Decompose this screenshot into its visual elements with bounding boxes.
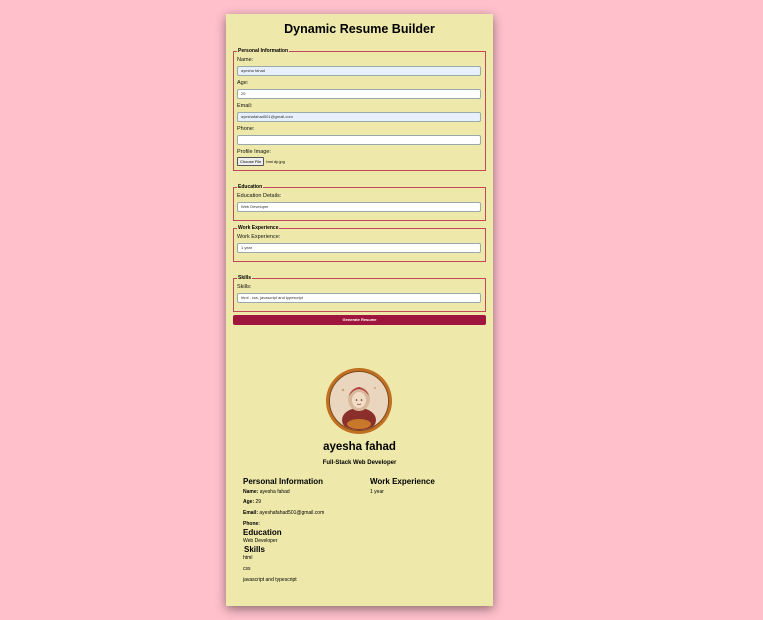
name-key: Name: [243,489,259,495]
email-input[interactable]: ayeshafahad501@gmail.com [237,112,481,122]
phone-input[interactable] [237,135,481,145]
education-legend: Education [238,184,263,190]
generate-resume-button[interactable]: Generate Resume [233,315,486,325]
phone-key: Phone: [243,521,260,527]
work-label: Work Experience: [237,234,281,240]
work-heading: Work Experience [370,477,435,486]
email-label: Email: [237,103,253,109]
work-fieldset: Work Experience Work Experience: 1 year [233,225,486,262]
skills-heading: Skills [244,545,265,554]
avatar-image [329,371,389,431]
skill-item: css [243,566,251,572]
name-input[interactable]: ayesha fahad [237,66,481,76]
phone-label: Phone: [237,126,255,132]
education-label: Education Details: [237,193,282,199]
resume-age-row: Age: 29 [243,499,363,506]
work-value: 1 year [370,489,384,495]
avatar [326,368,392,434]
page-title: Dynamic Resume Builder [284,22,435,36]
resume-left-column: Personal Information Name: ayesha fahad … [243,477,363,584]
skills-label: Skills: [237,284,252,290]
resume-job-title: Full-Stack Web Developer [322,460,397,466]
skills-legend: Skills [238,275,252,281]
personal-info-fieldset: Personal Information Name: ayesha fahad … [233,48,486,171]
file-name: bmi dp.jpg [266,159,285,164]
personal-info-heading: Personal Information [243,477,324,486]
choose-file-button[interactable]: Choose File [237,157,265,166]
avatar-illustration-icon [330,372,388,430]
email-key: Email: [243,510,259,516]
education-fieldset: Education Education Details: Web Develop… [233,184,486,221]
personal-info-legend: Personal Information [238,48,289,54]
skills-input[interactable]: html , css, javascript and typescript [237,293,481,303]
resume-email-row: Email: ayeshafahad501@gmail.com [243,510,363,517]
resume-phone-row: Phone: [243,521,363,528]
age-input[interactable]: 29 [237,89,481,99]
education-value: Web Developer [243,538,278,544]
profile-image-label: Profile Image: [237,149,271,155]
name-label: Name: [237,57,254,63]
file-input[interactable]: Choose File bmi dp.jpg [237,157,482,166]
work-input[interactable]: 1 year [237,243,481,253]
skills-fieldset: Skills Skills: html , css, javascript an… [233,275,486,312]
resume-name-row: Name: ayesha fahad [243,489,363,496]
skill-item: javascript and typescript [243,577,297,583]
resume-name: ayesha fahad [323,441,396,453]
name-value: ayesha fahad [259,489,290,495]
work-legend: Work Experience [238,225,279,231]
age-label: Age: [237,80,249,86]
resume-right-column: Work Experience 1 year [370,477,480,496]
email-value: ayeshafahad501@gmail.com [259,510,325,516]
age-key: Age: [243,499,255,505]
age-value: 29 [255,499,262,505]
skill-item: html [243,555,253,561]
resume-builder-card: Dynamic Resume Builder Personal Informat… [226,14,493,606]
education-heading: Education [243,528,282,537]
education-input[interactable]: Web Developer [237,202,481,212]
